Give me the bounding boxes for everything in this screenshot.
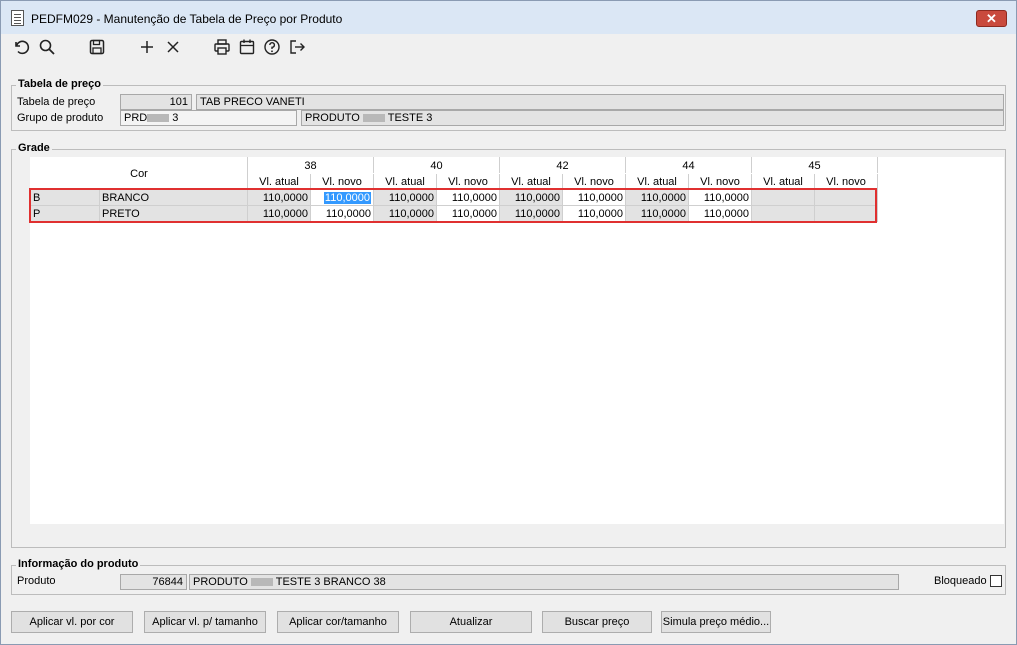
table-row[interactable]: P PRETO 110,0000 110,0000 110,0000 110,0… <box>30 205 878 222</box>
selected-value[interactable]: 110,0000 <box>323 191 371 204</box>
bloqueado-checkbox[interactable] <box>990 575 1002 587</box>
vl-novo-cell[interactable]: 110,0000 <box>562 205 626 222</box>
vl-atual-cell[interactable]: 110,0000 <box>373 189 437 206</box>
cor-code-cell[interactable]: B <box>30 189 100 206</box>
size-header: 38 <box>247 157 374 174</box>
produto-code-field: 76844 <box>120 574 187 590</box>
aplicar-por-tamanho-button[interactable]: Aplicar vl. p/ tamanho <box>144 611 266 633</box>
exit-icon[interactable] <box>287 38 307 58</box>
produto-legend: Informação do produto <box>16 558 141 570</box>
tabela-preco-legend: Tabela de preço <box>16 78 103 90</box>
aplicar-cor-tamanho-button[interactable]: Aplicar cor/tamanho <box>277 611 399 633</box>
search-icon[interactable] <box>37 38 57 58</box>
vl-novo-cell[interactable]: 110,0000 <box>688 205 752 222</box>
grupo-code-prefix: PRD <box>124 112 148 124</box>
vl-novo-cell[interactable] <box>814 205 878 222</box>
price-table: Cor 38 40 42 44 45 Vl. atual Vl. novo Vl… <box>30 157 878 222</box>
redacted-block <box>147 114 170 123</box>
main-window: PEDFM029 - Manutenção de Tabela de Preço… <box>0 0 1017 645</box>
atualizar-button[interactable]: Atualizar <box>410 611 532 633</box>
redacted-block <box>362 114 385 123</box>
vl-novo-cell[interactable]: 110,0000 <box>436 205 500 222</box>
vl-atual-cell[interactable]: 110,0000 <box>499 189 563 206</box>
close-button[interactable]: ✕ <box>976 10 1007 27</box>
tabela-code-field[interactable]: 101 <box>120 94 192 110</box>
vl-novo-header: Vl. novo <box>688 173 752 190</box>
vl-atual-header: Vl. atual <box>499 173 563 190</box>
vl-novo-header: Vl. novo <box>436 173 500 190</box>
vl-atual-cell[interactable]: 110,0000 <box>247 189 311 206</box>
grupo-desc-suffix: TESTE 3 <box>387 112 433 124</box>
save-icon[interactable] <box>87 38 107 58</box>
size-header: 45 <box>751 157 878 174</box>
bloqueado-label: Bloqueado <box>934 575 987 587</box>
vl-atual-cell[interactable]: 110,0000 <box>373 205 437 222</box>
vl-novo-header: Vl. novo <box>562 173 626 190</box>
grupo-code-suffix: 3 <box>172 112 179 124</box>
vl-atual-header: Vl. atual <box>751 173 815 190</box>
vl-novo-cell[interactable]: 110,0000 <box>436 189 500 206</box>
vl-atual-cell[interactable]: 110,0000 <box>499 205 563 222</box>
vl-novo-header: Vl. novo <box>310 173 374 190</box>
vl-novo-cell[interactable]: 110,0000 <box>688 189 752 206</box>
help-icon[interactable] <box>262 38 282 58</box>
title-bar: PEDFM029 - Manutenção de Tabela de Preço… <box>1 1 1016 34</box>
produto-desc-field: PRODUTO TESTE 3 BRANCO 38 <box>189 574 899 590</box>
vl-novo-cell[interactable]: 110,0000 <box>310 189 374 206</box>
print-icon[interactable] <box>212 38 232 58</box>
undo-icon[interactable] <box>11 38 31 58</box>
size-header-row: Cor 38 40 42 44 45 <box>30 157 878 190</box>
price-grid: Cor 38 40 42 44 45 Vl. atual Vl. novo Vl… <box>30 157 1004 524</box>
redacted-block <box>250 578 273 587</box>
grupo-desc-prefix: PRODUTO <box>305 112 360 124</box>
vl-novo-cell[interactable]: 110,0000 <box>562 189 626 206</box>
vl-atual-cell[interactable]: 110,0000 <box>625 189 689 206</box>
cor-name-cell[interactable]: PRETO <box>99 205 248 222</box>
tabela-label: Tabela de preço <box>17 96 96 108</box>
vl-atual-cell[interactable]: 110,0000 <box>247 205 311 222</box>
size-header: 44 <box>625 157 752 174</box>
grupo-label: Grupo de produto <box>17 112 104 124</box>
cor-code-cell[interactable]: P <box>30 205 100 222</box>
tabela-desc-field: TAB PRECO VANETI <box>196 94 1004 110</box>
vl-atual-cell[interactable]: 110,0000 <box>625 205 689 222</box>
vl-atual-header: Vl. atual <box>247 173 311 190</box>
buscar-preco-button[interactable]: Buscar preço <box>542 611 652 633</box>
grade-legend: Grade <box>16 142 52 154</box>
vl-atual-header: Vl. atual <box>373 173 437 190</box>
vl-novo-cell[interactable]: 110,0000 <box>310 205 374 222</box>
toolbar <box>1 34 1016 64</box>
cor-header: Cor <box>30 157 248 190</box>
size-header: 40 <box>373 157 500 174</box>
table-row[interactable]: B BRANCO 110,0000 110,0000 110,0000 110,… <box>30 189 878 206</box>
vl-atual-header: Vl. atual <box>625 173 689 190</box>
vl-novo-cell[interactable] <box>814 189 878 206</box>
cor-name-cell[interactable]: BRANCO <box>99 189 248 206</box>
produto-desc-prefix: PRODUTO <box>193 576 248 588</box>
produto-desc-suffix: TESTE 3 BRANCO 38 <box>275 576 386 588</box>
window-title: PEDFM029 - Manutenção de Tabela de Preço… <box>31 12 343 26</box>
grupo-desc-field: PRODUTO TESTE 3 <box>301 110 1004 126</box>
size-header: 42 <box>499 157 626 174</box>
produto-label: Produto <box>17 575 56 587</box>
grupo-code-field[interactable]: PRD 3 <box>120 110 297 126</box>
vl-atual-cell[interactable] <box>751 205 815 222</box>
aplicar-por-cor-button[interactable]: Aplicar vl. por cor <box>11 611 133 633</box>
calendar-icon[interactable] <box>237 38 257 58</box>
vl-novo-header: Vl. novo <box>814 173 878 190</box>
simula-preco-medio-button[interactable]: Simula preço médio... <box>661 611 771 633</box>
document-icon <box>11 10 24 26</box>
delete-icon[interactable] <box>163 38 183 58</box>
vl-atual-cell[interactable] <box>751 189 815 206</box>
add-icon[interactable] <box>137 38 157 58</box>
